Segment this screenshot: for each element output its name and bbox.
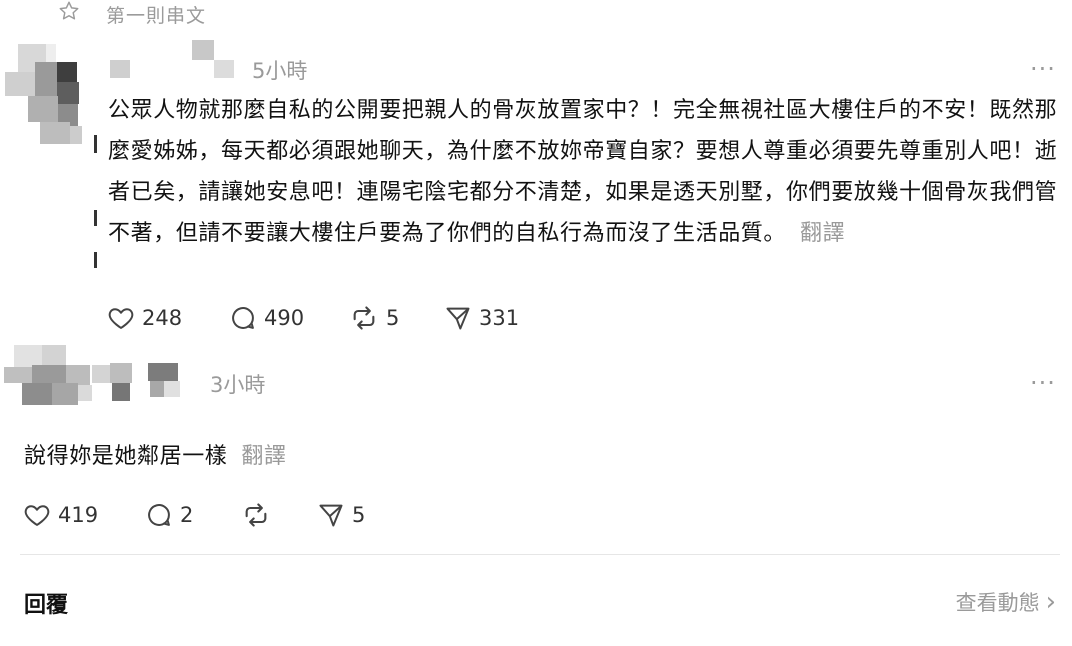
repost-icon bbox=[353, 306, 375, 330]
post-repost-count: 5 bbox=[386, 306, 400, 330]
reply-more-menu[interactable]: ··· bbox=[1030, 369, 1056, 397]
share-icon bbox=[319, 504, 343, 527]
post-comment-count: 490 bbox=[264, 306, 305, 330]
post-share-button[interactable]: 331 bbox=[443, 304, 519, 332]
post-text: 公眾人物就那麼自私的公開要把親人的骨灰放置家中？！完全無視社區大樓住戶的不安！既… bbox=[108, 98, 1058, 246]
post-text-block: 公眾人物就那麼自私的公開要把親人的骨灰放置家中？！完全無視社區大樓住戶的不安！既… bbox=[108, 90, 1063, 254]
post-share-count: 331 bbox=[479, 306, 520, 330]
reply-repost-button[interactable] bbox=[240, 501, 278, 529]
reply-share-button[interactable]: 5 bbox=[316, 501, 365, 529]
post-repost-button[interactable]: 5 bbox=[348, 304, 399, 332]
post-time: 5小時 bbox=[252, 59, 308, 83]
view-activity-label: 查看動態 bbox=[955, 591, 1040, 615]
post-author-name[interactable] bbox=[106, 40, 236, 80]
reply-translate-link[interactable]: 翻譯 bbox=[241, 444, 286, 469]
post-translate-link[interactable]: 翻譯 bbox=[800, 221, 845, 246]
reply-comment-button[interactable]: 2 bbox=[144, 501, 193, 529]
reply-like-count: 419 bbox=[58, 503, 99, 527]
heart-icon bbox=[24, 505, 50, 526]
reply-time: 3小時 bbox=[210, 373, 266, 397]
comment-icon bbox=[148, 504, 170, 526]
post-like-count: 248 bbox=[142, 306, 183, 330]
reply-author-avatar[interactable] bbox=[0, 345, 200, 420]
reply-tab[interactable]: 回覆 bbox=[24, 587, 68, 619]
post-author-avatar[interactable] bbox=[0, 40, 100, 268]
star-icon[interactable] bbox=[58, 0, 80, 22]
reply-like-button[interactable]: 419 bbox=[22, 501, 98, 529]
post-like-button[interactable]: 248 bbox=[106, 304, 182, 332]
post-comment-button[interactable]: 490 bbox=[228, 304, 304, 332]
post-more-menu[interactable]: ··· bbox=[1030, 55, 1056, 83]
first-post-label: 第一則串文 bbox=[106, 5, 207, 27]
heart-icon bbox=[108, 308, 134, 329]
divider bbox=[20, 554, 1060, 555]
reply-share-count: 5 bbox=[352, 503, 366, 527]
chevron-right-icon: › bbox=[1045, 587, 1056, 617]
repost-icon bbox=[245, 503, 267, 527]
comment-icon bbox=[232, 307, 254, 329]
reply-text-block: 說得妳是她鄰居一樣 翻譯 bbox=[24, 438, 287, 470]
share-icon bbox=[446, 307, 470, 330]
thread-top-bar: 第一則串文 bbox=[0, 0, 1072, 27]
reply-text: 說得妳是她鄰居一樣 bbox=[24, 444, 228, 469]
reply-comment-count: 2 bbox=[180, 503, 194, 527]
view-activity-link[interactable]: 查看動態 › bbox=[956, 587, 1056, 617]
